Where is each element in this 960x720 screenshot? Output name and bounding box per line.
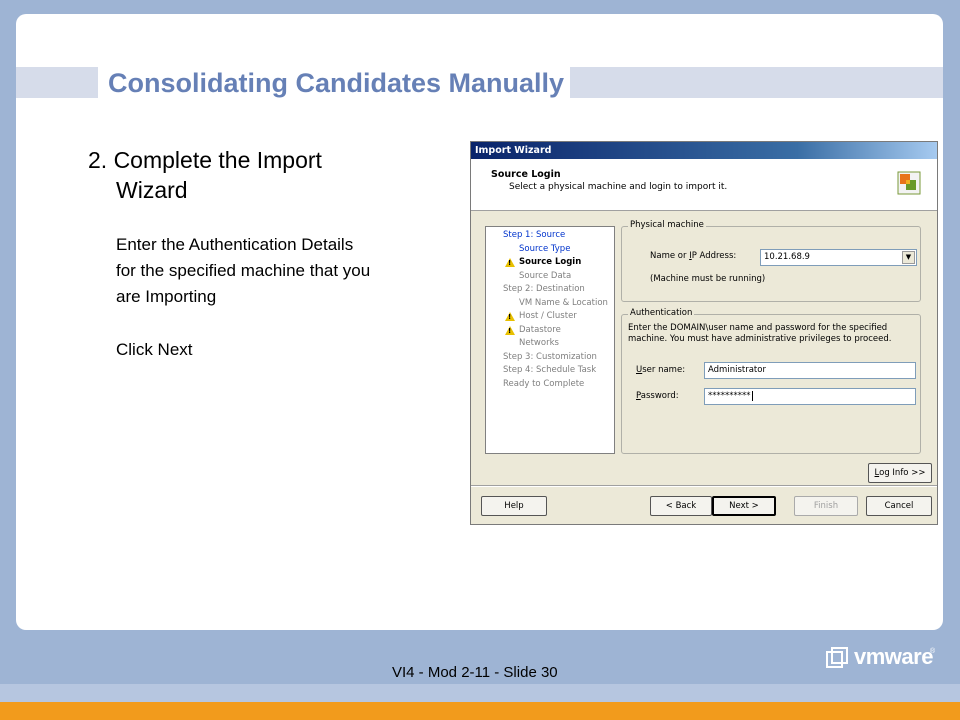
footer-light-band — [0, 684, 960, 702]
step-heading-line1: 2. Complete the Import — [88, 147, 322, 173]
authentication-legend: Authentication — [628, 308, 695, 318]
chevron-down-icon[interactable]: ▼ — [902, 251, 915, 264]
vmware-logo-icon — [826, 647, 848, 668]
wizard-step-label: Source Type — [519, 243, 571, 254]
password-value: ********** — [708, 391, 751, 401]
user-name-input[interactable]: Administrator — [704, 362, 916, 379]
wizard-step-item: Source Data — [486, 270, 614, 284]
warning-icon — [505, 325, 515, 335]
wizard-step-label: VM Name & Location — [519, 297, 608, 308]
authentication-group: Authentication Enter the DOMAIN\user nam… — [621, 308, 921, 454]
user-name-label: User name: — [636, 365, 685, 375]
wizard-step-item: Step 2: Destination — [486, 283, 614, 297]
wizard-step-label: Step 4: Schedule Task — [503, 365, 597, 375]
wizard-step-item: Datastore — [486, 324, 614, 338]
slide-title: Consolidating Candidates Manually — [98, 66, 571, 100]
auth-desc-line: Enter the DOMAIN\user name and password … — [628, 323, 888, 333]
wizard-step-item: Ready to Complete — [486, 378, 614, 392]
instruction-text: Enter the Authentication Details for the… — [116, 232, 446, 310]
click-next-text: Click Next — [116, 340, 193, 359]
wizard-header: Source Login Select a physical machine a… — [471, 159, 937, 211]
warning-icon — [505, 258, 515, 267]
ip-address-value: 10.21.68.9 — [764, 252, 810, 262]
wizard-step-item: Step 3: Customization — [486, 351, 614, 365]
vmware-logo: vmware ® — [826, 644, 938, 672]
wizard-step-label: Source Data — [519, 270, 572, 281]
user-label-part: ser name: — [642, 365, 686, 375]
wizard-step-item: Source Login — [486, 256, 614, 270]
footer-orange-band — [0, 702, 960, 720]
finish-button[interactable]: Finish — [794, 496, 858, 516]
instruction-line: Enter the Authentication Details — [116, 235, 354, 254]
wizard-step-item: VM Name & Location — [486, 297, 614, 311]
ip-label-part: Name or — [650, 251, 690, 261]
ip-label-part: P Address: — [691, 251, 737, 261]
instruction-line: are Importing — [116, 287, 217, 306]
wizard-step-item: Host / Cluster — [486, 310, 614, 324]
log-info-button[interactable]: Log Info >> — [868, 463, 932, 483]
wizard-titlebar: Import Wizard — [471, 142, 937, 159]
wizard-step-label: Networks — [519, 338, 559, 348]
wizard-header-title: Source Login — [491, 169, 561, 180]
wizard-step-item[interactable]: Source Type — [486, 243, 614, 257]
wizard-step-item[interactable]: Step 1: Source — [486, 229, 614, 243]
text-cursor — [751, 391, 753, 401]
physical-machine-group: Physical machine Name or IP Address: 10.… — [621, 220, 921, 302]
wizard-header-subtitle: Select a physical machine and login to i… — [509, 182, 728, 192]
slide-footer: VI4 - Mod 2-11 - Slide 30 — [392, 664, 558, 681]
wizard-step-label: Datastore — [519, 324, 561, 335]
wizard-step-item: Networks — [486, 337, 614, 351]
ip-address-label: Name or IP Address: — [650, 251, 736, 261]
authentication-description: Enter the DOMAIN\user name and password … — [628, 323, 891, 345]
registered-mark: ® — [930, 648, 936, 655]
help-button[interactable]: Help — [481, 496, 547, 516]
next-button[interactable]: Next > — [712, 496, 776, 516]
auth-desc-line: machine. You must have administrative pr… — [628, 334, 892, 344]
wizard-step-label: Step 3: Customization — [503, 351, 597, 362]
wizard-step-label: Step 1: Source — [503, 230, 566, 240]
ip-address-combobox[interactable]: 10.21.68.9 ▼ — [760, 249, 917, 266]
password-input[interactable]: ********** — [704, 388, 916, 405]
vmware-wordmark: vmware — [854, 644, 933, 669]
instruction-line: for the specified machine that you — [116, 261, 371, 280]
password-label: Password: — [636, 391, 679, 401]
wizard-step-label: Ready to Complete — [503, 378, 585, 389]
import-wizard-window: Import Wizard Source Login Select a phys… — [470, 141, 938, 525]
vmware-converter-icon — [897, 171, 921, 195]
wizard-separator — [471, 485, 937, 487]
pass-label-part: assword: — [640, 391, 679, 401]
physical-machine-legend: Physical machine — [628, 220, 706, 230]
cancel-button[interactable]: Cancel — [866, 496, 932, 516]
wizard-step-label: Step 2: Destination — [503, 284, 585, 294]
wizard-step-item: Step 4: Schedule Task — [486, 364, 614, 378]
back-button[interactable]: < Back — [650, 496, 712, 516]
wizard-step-label: Source Login — [519, 257, 582, 267]
machine-running-note: (Machine must be running) — [650, 274, 766, 284]
wizard-step-list: Step 1: Source Source Type Source Login Sou… — [485, 226, 615, 454]
warning-icon — [505, 312, 515, 321]
step-heading-line2: Wizard — [116, 177, 188, 203]
step-heading: 2. Complete the Import Wizard — [88, 145, 428, 205]
wizard-step-label: Host / Cluster — [519, 311, 577, 321]
